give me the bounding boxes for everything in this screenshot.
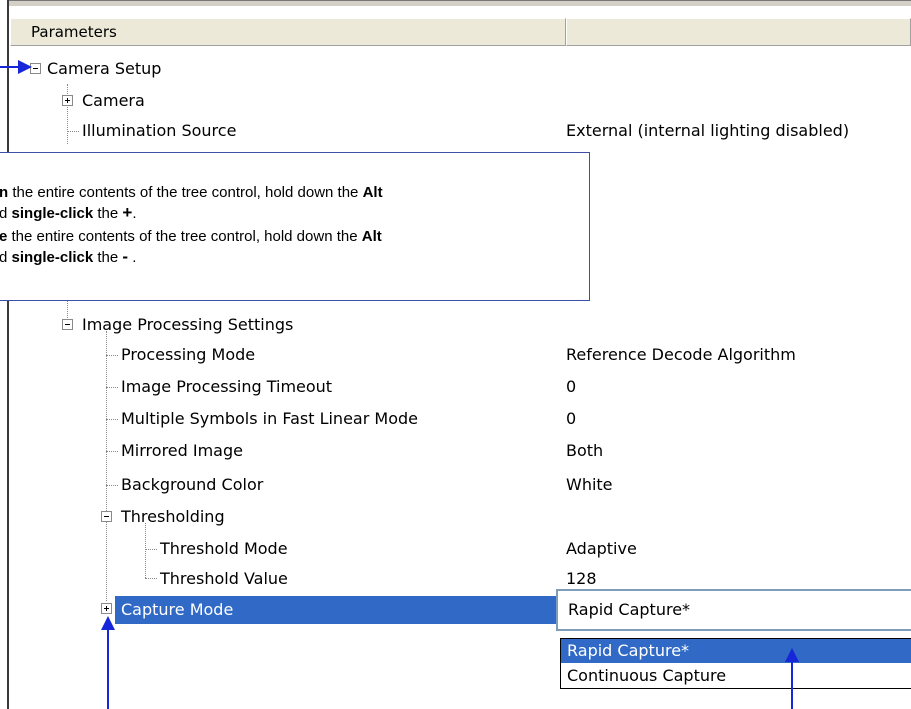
help-callout: n the entire contents of the tree contro… xyxy=(0,152,590,301)
capture-mode-dropdown[interactable]: Rapid Capture* xyxy=(556,589,911,631)
option-continuous-capture[interactable]: Continuous Capture xyxy=(561,664,911,688)
option-rapid-capture[interactable]: Rapid Capture* xyxy=(561,639,911,663)
tree-node-background-color[interactable]: Background Color xyxy=(121,470,263,500)
tree-node-thresholding[interactable]: Thresholding xyxy=(121,502,225,532)
tree-node-processing-mode[interactable]: Processing Mode xyxy=(121,340,255,370)
value-image-processing-timeout[interactable]: 0 xyxy=(566,372,576,402)
tree-node-multiple-symbols[interactable]: Multiple Symbols in Fast Linear Mode xyxy=(121,404,418,434)
callout-line-4: d single-click the - . xyxy=(0,247,137,266)
tree-node-illumination-source[interactable]: Illumination Source xyxy=(82,116,236,146)
arrow-to-camera-setup-icon xyxy=(0,60,32,74)
value-processing-mode[interactable]: Reference Decode Algorithm xyxy=(566,340,796,370)
value-threshold-mode[interactable]: Adaptive xyxy=(566,534,637,564)
collapse-image-processing-icon[interactable] xyxy=(62,319,73,330)
tree-node-image-processing-settings[interactable]: Image Processing Settings xyxy=(82,310,293,340)
window-top-edge xyxy=(7,0,911,6)
value-mirrored-image[interactable]: Both xyxy=(566,436,603,466)
tree-node-threshold-value[interactable]: Threshold Value xyxy=(160,564,288,594)
column-header-parameters[interactable]: Parameters xyxy=(10,18,566,46)
tree-node-mirrored-image[interactable]: Mirrored Image xyxy=(121,436,243,466)
tree-node-camera[interactable]: Camera xyxy=(82,86,145,116)
dropdown-selected-value: Rapid Capture* xyxy=(568,600,691,619)
column-header-values[interactable] xyxy=(566,18,911,46)
capture-mode-options-list[interactable]: Rapid Capture* Continuous Capture xyxy=(560,638,911,689)
callout-line-1: n the entire contents of the tree contro… xyxy=(0,184,383,201)
arrow-to-rapid-capture-option-icon xyxy=(785,648,799,709)
tree-node-capture-mode-selected[interactable]: Capture Mode xyxy=(115,596,557,624)
expand-capture-mode-icon[interactable] xyxy=(101,603,112,614)
value-multiple-symbols[interactable]: 0 xyxy=(566,404,576,434)
callout-line-2: d single-click the +. xyxy=(0,203,137,222)
collapse-thresholding-icon[interactable] xyxy=(101,511,112,522)
expand-camera-icon[interactable] xyxy=(62,95,73,106)
tree-node-capture-mode: Capture Mode xyxy=(121,600,234,619)
tree-node-image-processing-timeout[interactable]: Image Processing Timeout xyxy=(121,372,332,402)
arrow-to-capture-mode-expander-icon xyxy=(101,616,115,709)
value-illumination-source[interactable]: External (internal lighting disabled) xyxy=(566,116,849,146)
callout-line-3: e the entire contents of the tree contro… xyxy=(0,228,382,245)
value-background-color[interactable]: White xyxy=(566,470,613,500)
tree-node-camera-setup[interactable]: Camera Setup xyxy=(47,54,161,84)
window-left-edge xyxy=(7,0,9,709)
column-header-label: Parameters xyxy=(31,23,117,41)
tree-node-threshold-mode[interactable]: Threshold Mode xyxy=(160,534,288,564)
